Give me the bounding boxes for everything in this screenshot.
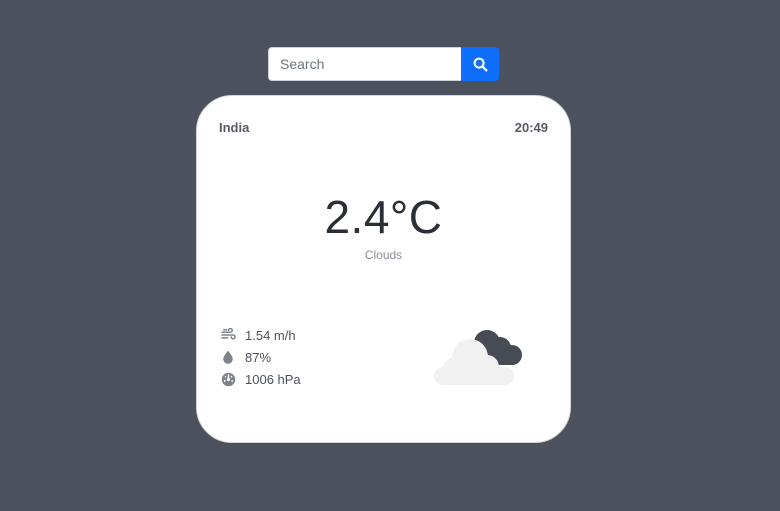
gauge-icon	[220, 371, 236, 387]
search-bar	[268, 47, 499, 81]
temperature: 2.4°C	[324, 191, 443, 243]
local-time: 20:49	[514, 120, 548, 135]
search-button[interactable]	[461, 47, 499, 81]
wind-stat: 1.54 m/h	[220, 324, 301, 346]
weather-condition: Clouds	[364, 248, 403, 262]
search-icon	[473, 57, 488, 72]
wind-speed-value: 1.54 m/h	[245, 327, 296, 343]
weather-stats: 1.54 m/h 87% 1006 hPa	[220, 324, 301, 390]
clouds-icon	[432, 321, 532, 387]
humidity-stat: 87%	[220, 346, 301, 368]
pressure-stat: 1006 hPa	[220, 368, 301, 390]
pressure-value: 1006 hPa	[245, 371, 301, 387]
droplet-icon	[220, 349, 236, 365]
weather-card: India 20:49 2.4°C Clouds 1.54 m/h 87% 10…	[196, 95, 571, 443]
wind-icon	[220, 327, 236, 343]
humidity-value: 87%	[245, 349, 272, 365]
city-name: India	[219, 120, 250, 135]
search-input[interactable]	[268, 47, 461, 81]
